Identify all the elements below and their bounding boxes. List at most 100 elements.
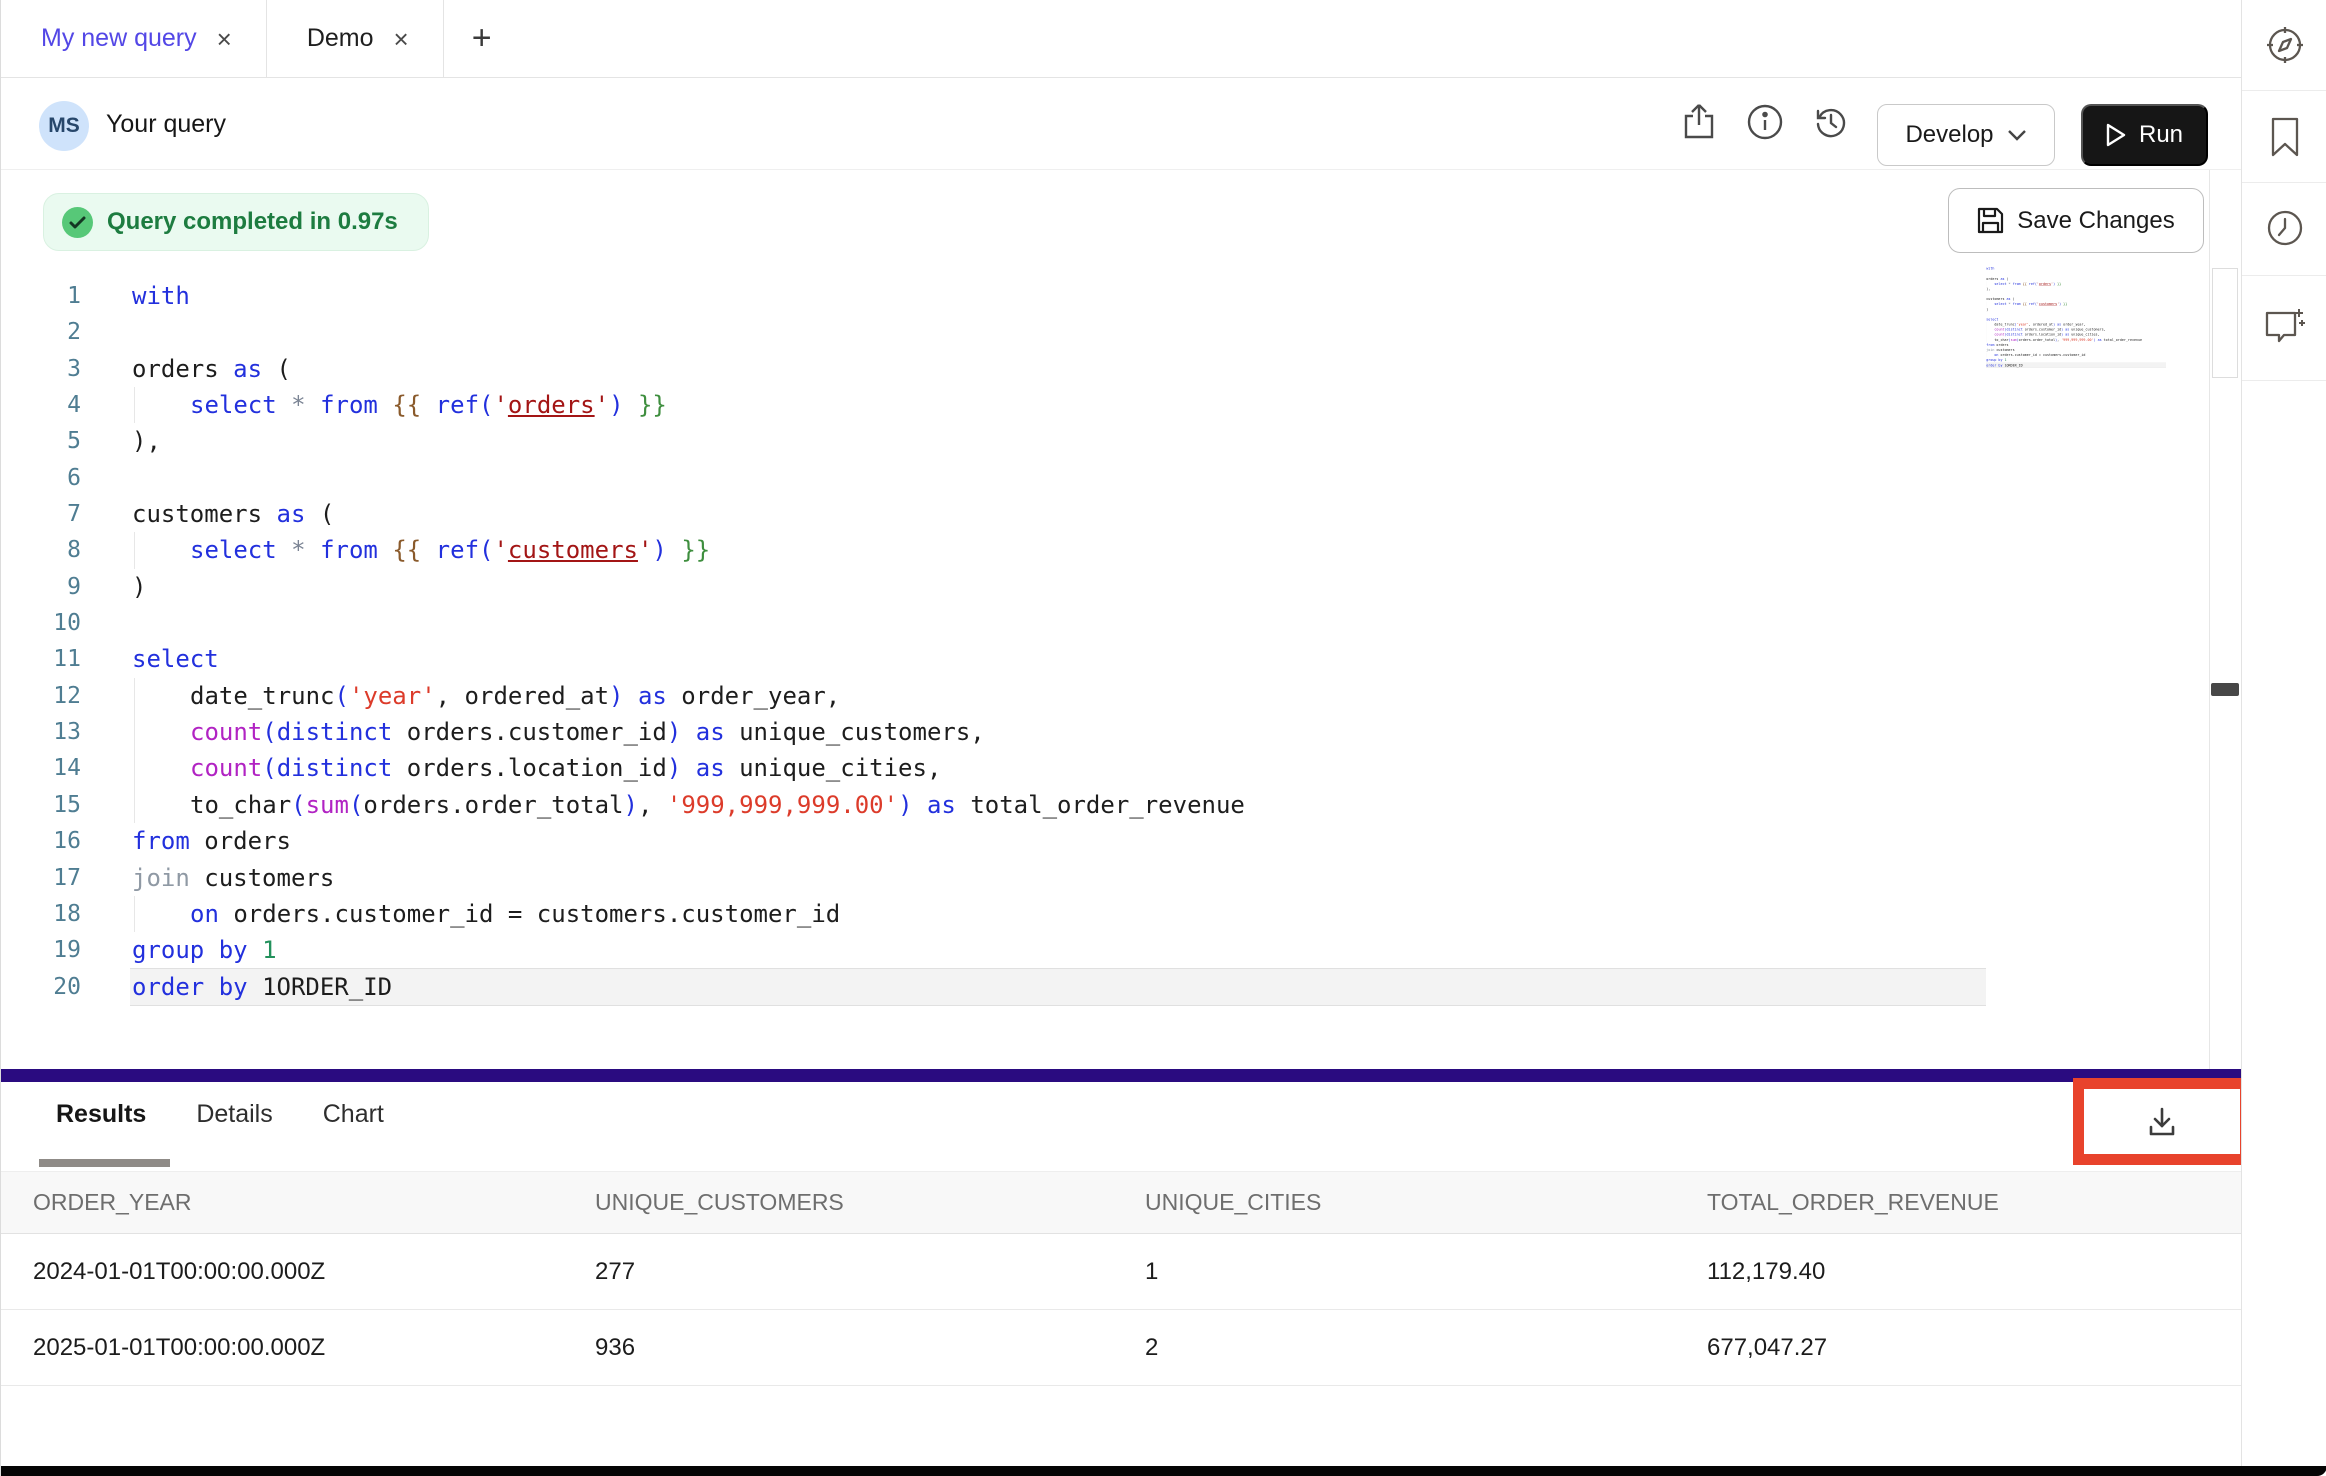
code-token: }} — [638, 391, 667, 419]
tab-bar: My new query × Demo × + — [1, 0, 2241, 78]
code-line[interactable]: count(distinct orders.customer_id) as un… — [130, 714, 1986, 750]
ai-chat-icon[interactable] — [2242, 305, 2326, 349]
code-line[interactable]: order by 1ORDER_ID — [130, 969, 1986, 1005]
save-changes-button[interactable]: Save Changes — [1948, 188, 2204, 253]
info-icon[interactable] — [1743, 100, 1787, 144]
code-line[interactable] — [130, 314, 1986, 350]
code-line[interactable]: ), — [130, 423, 1986, 459]
code-area[interactable]: with orders as (select * from {{ ref('ord… — [130, 278, 1986, 1005]
status-badge-text: Query completed in 0.97s — [107, 208, 398, 236]
table-cell[interactable]: 112,179.40 — [1707, 1258, 2241, 1286]
table-cell[interactable]: 2025-01-01T00:00:00.000Z — [33, 1334, 595, 1362]
tab-my-new-query[interactable]: My new query × — [1, 0, 267, 77]
code-token: ' — [493, 536, 507, 564]
code-line[interactable]: orders as ( — [130, 351, 1986, 387]
line-number: 10 — [1, 605, 81, 641]
column-header[interactable]: ORDER_YEAR — [33, 1189, 595, 1216]
code-token: 1 — [2004, 358, 2006, 362]
minimap[interactable]: withorders as (select * from {{ ref('ord… — [1986, 266, 2166, 384]
table-cell[interactable]: 1 — [1145, 1258, 1707, 1286]
window-bottom-edge — [1, 1466, 2326, 1476]
sql-editor[interactable]: Query completed in 0.97s Save Changes 1 2… — [1, 170, 2241, 1069]
code-line[interactable]: ) — [130, 569, 1986, 605]
develop-button[interactable]: Develop — [1877, 104, 2055, 166]
table-row[interactable]: 2025-01-01T00:00:00.000Z9362677,047.27 — [1, 1310, 2241, 1386]
annotation-highlight-box — [2073, 1078, 2251, 1165]
code-token — [306, 536, 320, 564]
share-icon[interactable] — [1677, 100, 1721, 144]
code-line[interactable]: with — [130, 278, 1986, 314]
code-token: date_trunc — [190, 682, 335, 710]
code-line[interactable] — [130, 460, 1986, 496]
code-line[interactable] — [130, 605, 1986, 641]
code-token: ) — [667, 754, 681, 782]
line-number: 20 — [1, 969, 81, 1005]
editor-scrollbar-track[interactable] — [2209, 170, 2241, 1069]
code-token: orders.customer_id — [2023, 328, 2061, 332]
clock-icon[interactable] — [2242, 206, 2326, 250]
table-cell[interactable]: 677,047.27 — [1707, 1334, 2241, 1362]
line-number: 8 — [1, 532, 81, 568]
code-token: ref( — [2029, 282, 2037, 286]
line-number: 5 — [1, 423, 81, 459]
code-line[interactable]: select * from {{ ref('customers') }} — [130, 532, 1986, 568]
bookmark-icon[interactable] — [2242, 115, 2326, 159]
table-row[interactable]: 2024-01-01T00:00:00.000Z2771112,179.40 — [1, 1234, 2241, 1310]
code-line[interactable]: customers as ( — [130, 496, 1986, 532]
save-changes-label: Save Changes — [2017, 207, 2174, 235]
code-token: ' — [493, 391, 507, 419]
code-token: * — [291, 391, 305, 419]
code-line[interactable]: from orders — [130, 823, 1986, 859]
code-token: count — [190, 718, 262, 746]
code-token: , ordered_at — [436, 682, 609, 710]
table-cell[interactable]: 2024-01-01T00:00:00.000Z — [33, 1258, 595, 1286]
tab-demo[interactable]: Demo × — [267, 0, 444, 77]
code-token: from — [2013, 302, 2021, 306]
column-header[interactable]: UNIQUE_CITIES — [1145, 1189, 1707, 1216]
code-line[interactable]: order by 1ORDER_ID — [1986, 363, 2166, 368]
panel-resize-handle[interactable] — [2211, 683, 2239, 696]
code-token: select — [1986, 317, 1998, 321]
run-button[interactable]: Run — [2081, 104, 2208, 166]
tab-chart[interactable]: Chart — [323, 1100, 384, 1129]
scrollbar-thumb[interactable] — [2212, 268, 2238, 378]
tab-label: My new query — [41, 24, 197, 53]
code-token: select — [1994, 302, 2006, 306]
code-token: ref( — [2029, 302, 2037, 306]
table-cell[interactable]: 277 — [595, 1258, 1145, 1286]
code-line[interactable]: select — [130, 641, 1986, 677]
code-token: distinct — [2007, 333, 2023, 337]
code-token: total_order_revenue — [956, 791, 1245, 819]
compass-icon[interactable] — [2242, 23, 2326, 67]
table-cell[interactable]: 2 — [1145, 1334, 1707, 1362]
active-tab-indicator — [39, 1159, 170, 1167]
line-number: 6 — [1, 460, 81, 496]
code-token: unique_cities, — [2069, 333, 2099, 337]
panel-splitter[interactable] — [1, 1069, 2241, 1082]
table-cell[interactable]: 936 — [595, 1334, 1145, 1362]
close-icon[interactable]: × — [217, 26, 232, 52]
code-line[interactable]: date_trunc('year', ordered_at) as order_… — [130, 678, 1986, 714]
code-line[interactable]: count(distinct orders.location_id) as un… — [130, 750, 1986, 786]
tab-results[interactable]: Results — [56, 1100, 146, 1129]
code-token: from — [132, 827, 190, 855]
column-header[interactable]: TOTAL_ORDER_REVENUE — [1707, 1189, 2241, 1216]
code-token: {{ — [392, 391, 421, 419]
close-icon[interactable]: × — [394, 26, 409, 52]
code-token: distinct — [2007, 328, 2023, 332]
code-line[interactable]: group by 1 — [130, 932, 1986, 968]
column-header[interactable]: UNIQUE_CUSTOMERS — [595, 1189, 1145, 1216]
code-token: ( — [349, 791, 363, 819]
code-line[interactable]: join customers — [130, 860, 1986, 896]
code-token: distinct — [277, 718, 393, 746]
code-line[interactable]: to_char(sum(orders.order_total), '999,99… — [130, 787, 1986, 823]
code-token: ), — [132, 427, 161, 455]
code-token: orders.customer_id = customers.customer_… — [219, 900, 840, 928]
code-line[interactable]: select * from {{ ref('orders') }} — [130, 387, 1986, 423]
history-icon[interactable] — [1809, 100, 1853, 144]
play-icon — [2106, 123, 2126, 147]
download-button[interactable] — [2145, 1105, 2179, 1139]
tab-details[interactable]: Details — [196, 1100, 272, 1129]
code-line[interactable]: on orders.customer_id = customers.custom… — [130, 896, 1986, 932]
new-tab-button[interactable]: + — [444, 0, 520, 77]
